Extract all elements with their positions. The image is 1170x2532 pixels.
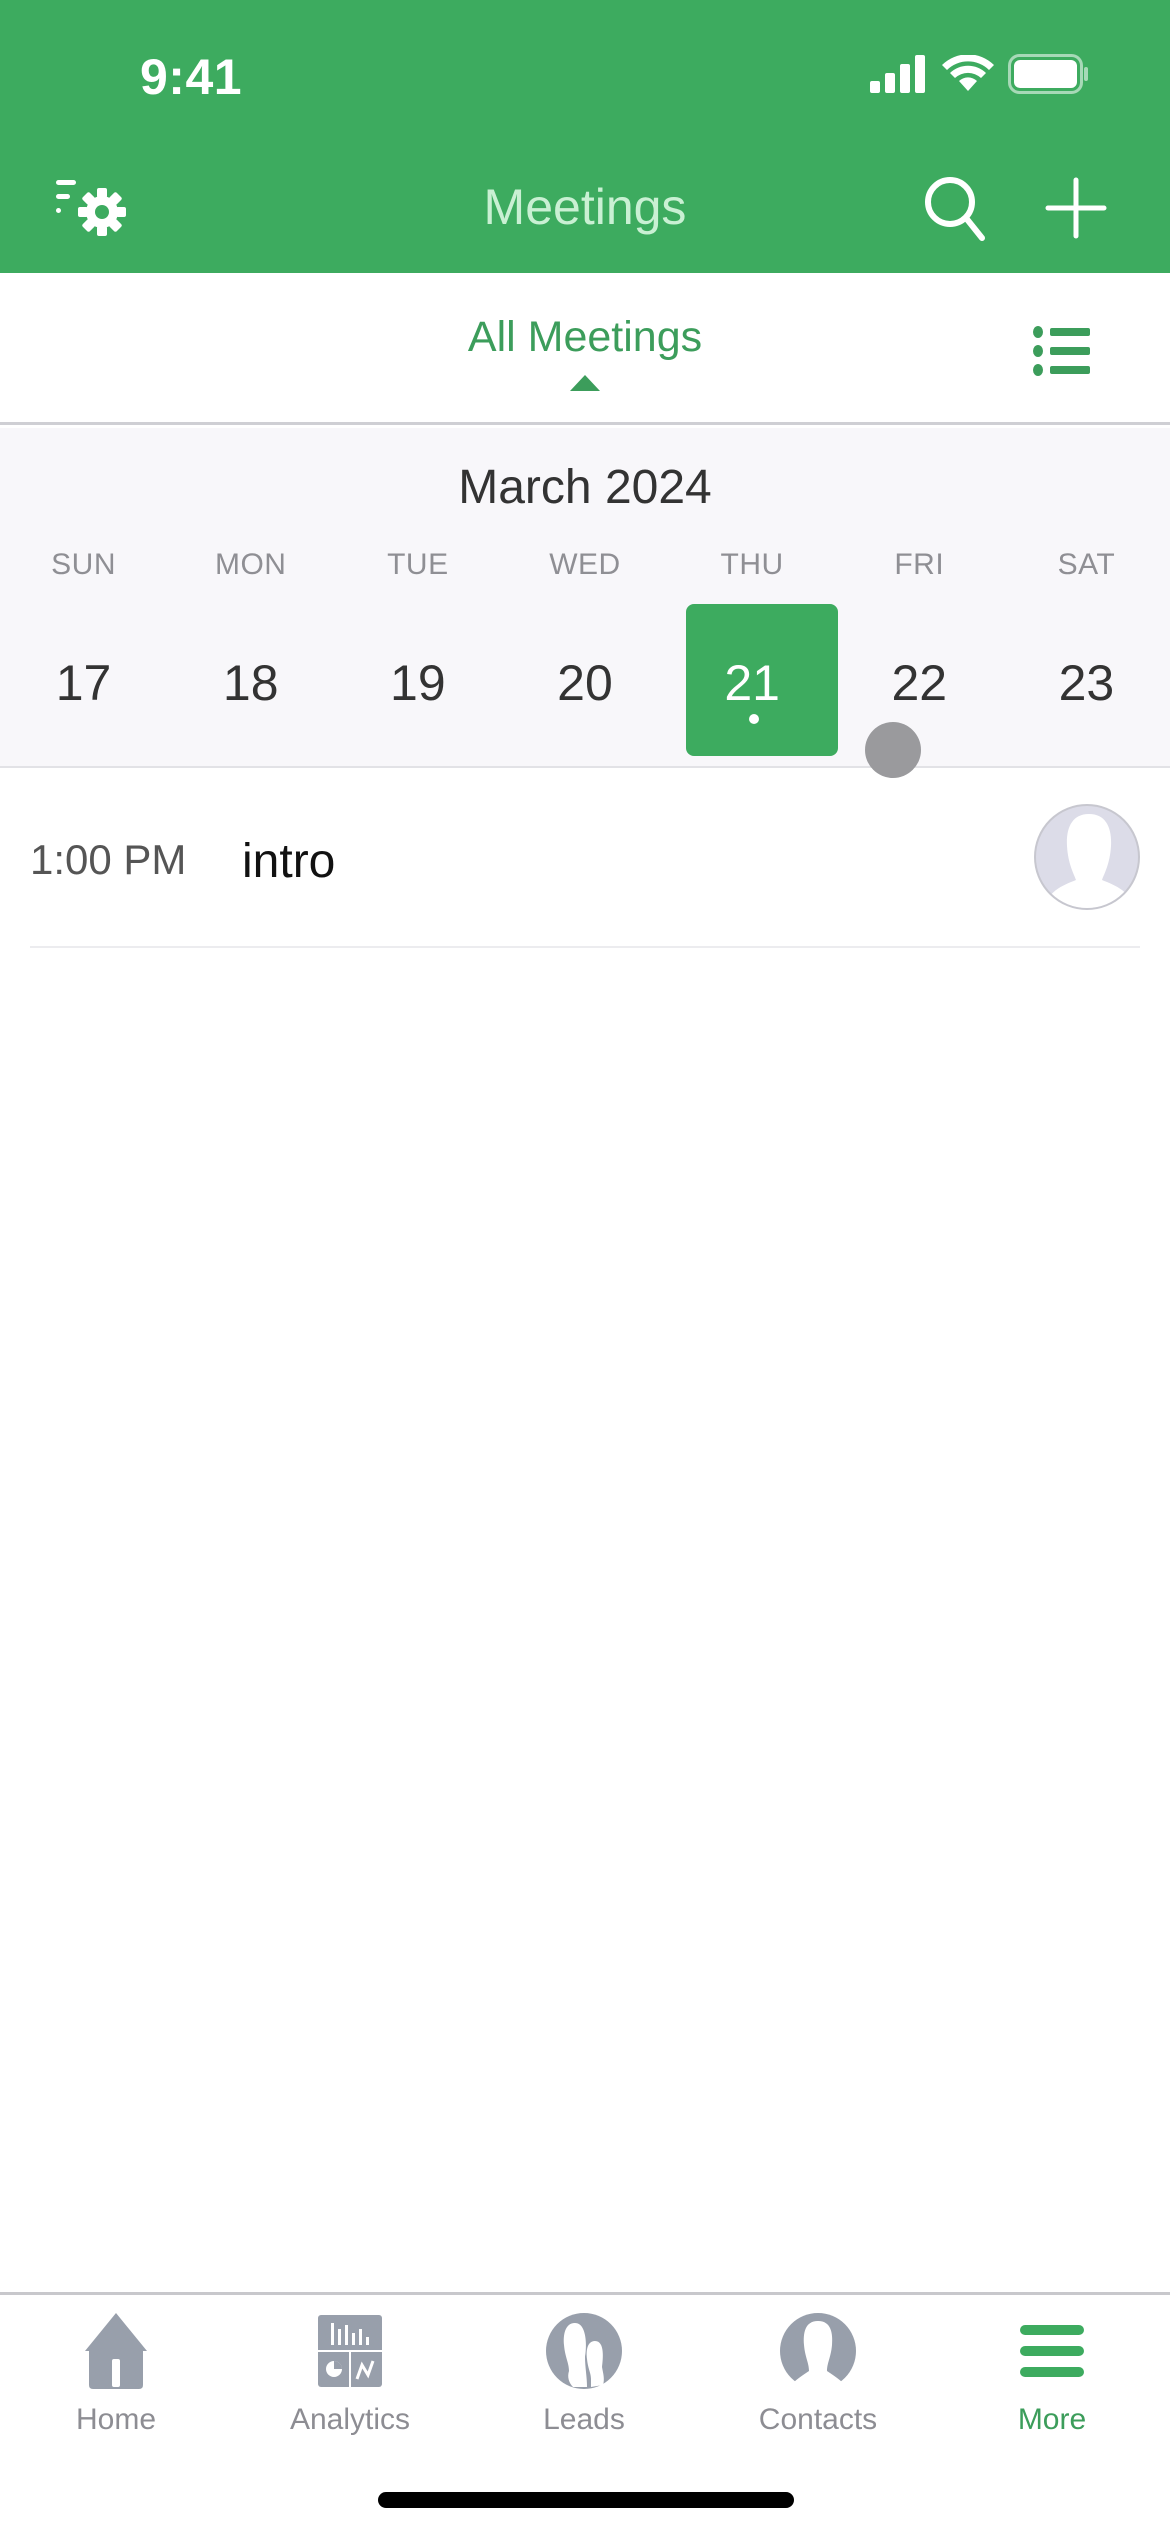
weekday-label: SAT	[1057, 548, 1116, 581]
calendar-day[interactable]: 23	[1003, 604, 1170, 754]
day-number: 23	[1058, 655, 1115, 711]
analytics-icon	[318, 2315, 382, 2387]
list-view-icon[interactable]	[1032, 325, 1092, 377]
tab-more[interactable]: More	[962, 2311, 1142, 2451]
weekday-label: TUE	[387, 548, 449, 581]
day-row: 17 18 19 20 21 22 23	[0, 604, 1170, 756]
tab-home[interactable]: Home	[26, 2311, 206, 2451]
battery-icon	[1008, 54, 1088, 94]
tab-label: Home	[75, 2403, 157, 2436]
plus-icon[interactable]	[1044, 176, 1108, 240]
week-calendar: March 2024 SUN MON TUE WED THU FRI SAT 1…	[0, 428, 1170, 768]
day-number: 21	[724, 655, 780, 711]
weekday-label: MON	[214, 548, 287, 581]
tab-label: More	[1017, 2403, 1087, 2436]
avatar[interactable]	[1034, 804, 1140, 910]
day-number: 20	[557, 655, 613, 711]
page-title: Meetings	[483, 179, 687, 235]
day-number: 17	[55, 655, 112, 711]
leads-icon	[546, 2313, 622, 2389]
day-number: 19	[390, 655, 446, 711]
menu-icon	[1020, 2325, 1084, 2377]
calendar-day[interactable]: 22	[836, 604, 1003, 754]
weekday-label: SUN	[51, 548, 116, 581]
calendar-day-selected[interactable]: 21	[669, 604, 838, 756]
calendar-day[interactable]: 19	[334, 604, 501, 754]
meeting-time: 1:00 PM	[30, 836, 187, 883]
event-dot-icon	[748, 714, 759, 724]
caret-up-icon	[570, 375, 600, 391]
app-header: 9:41 Meetings	[0, 0, 1170, 273]
tab-analytics[interactable]: Analytics	[260, 2311, 440, 2451]
meeting-title: intro	[242, 835, 336, 888]
calendar-day[interactable]: 17	[0, 604, 167, 754]
home-indicator	[378, 2492, 794, 2508]
wifi-icon	[942, 55, 994, 91]
meeting-list-item[interactable]: 1:00 PM intro	[30, 770, 1140, 948]
tab-leads[interactable]: Leads	[494, 2311, 674, 2451]
tab-label: Analytics	[289, 2403, 411, 2436]
day-number: 18	[222, 655, 279, 711]
all-meetings-dropdown[interactable]: All Meetings	[0, 313, 1170, 362]
weekday-label: FRI	[894, 548, 945, 581]
status-icons	[870, 54, 1090, 94]
weekday-header: SUN MON TUE WED THU FRI SAT	[0, 548, 1170, 582]
person-placeholder-icon	[1050, 814, 1128, 908]
month-title: March 2024	[458, 461, 712, 514]
contacts-icon	[780, 2313, 856, 2391]
status-time: 9:41	[140, 49, 243, 105]
meeting-filter-bar: All Meetings	[0, 273, 1170, 425]
calendar-day[interactable]: 20	[501, 604, 668, 754]
search-icon[interactable]	[920, 172, 990, 242]
weekday-label: THU	[720, 548, 784, 581]
calendar-day[interactable]: 18	[167, 604, 334, 754]
weekday-label: WED	[549, 548, 621, 581]
tab-contacts[interactable]: Contacts	[728, 2311, 908, 2451]
tab-label: Contacts	[758, 2403, 878, 2436]
cellular-signal-icon	[870, 55, 925, 93]
home-icon	[85, 2313, 147, 2389]
tab-label: Leads	[543, 2403, 625, 2436]
